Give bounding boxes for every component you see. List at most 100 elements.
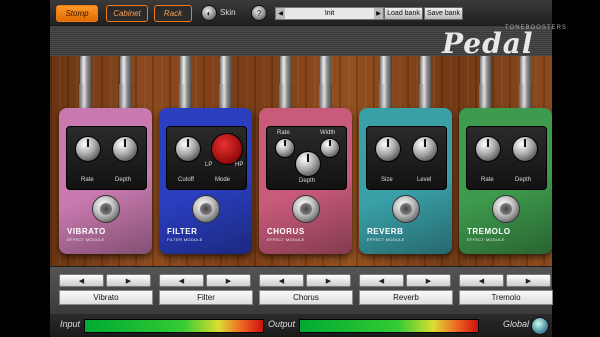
pedal-chorus: Rate Width Depth CHORUS EFFECT MODULE: [259, 108, 352, 254]
rate-label: Rate: [81, 177, 94, 183]
slot-selector-5: ◀ ▶ Tremolo: [459, 274, 553, 305]
preset-selector[interactable]: ◀ Init ▶: [275, 7, 384, 20]
global-knob[interactable]: [531, 317, 549, 335]
pedal-name: REVERB: [367, 227, 404, 236]
pedal-reverb: Size Level REVERB EFFECT MODULE: [359, 108, 452, 254]
mode-label: Mode: [215, 177, 231, 183]
pedal-name: TREMOLO: [467, 227, 511, 236]
preset-prev-button[interactable]: ◀: [276, 8, 285, 19]
slot-selector-3: ◀ ▶ Chorus: [259, 274, 353, 305]
width-knob[interactable]: [320, 138, 340, 158]
skin-button[interactable]: ◐: [201, 5, 217, 21]
depth-label: Depth: [299, 178, 316, 184]
help-icon: ?: [256, 8, 262, 18]
next-effect-button[interactable]: ▶: [306, 274, 351, 287]
size-knob[interactable]: [375, 136, 401, 162]
control-panel: Size Level: [366, 126, 447, 190]
skin-label: Skin: [220, 8, 236, 17]
cable-plug: [319, 56, 332, 110]
footswitch[interactable]: [292, 195, 320, 223]
help-button[interactable]: ?: [251, 5, 267, 21]
next-effect-button[interactable]: ▶: [406, 274, 451, 287]
slot-effect-name: Reverb: [359, 290, 453, 305]
next-effect-button[interactable]: ▶: [206, 274, 251, 287]
depth-knob[interactable]: [295, 151, 321, 177]
rate-knob[interactable]: [475, 136, 501, 162]
cable-plug: [379, 56, 392, 110]
lp-label: LP: [205, 162, 213, 168]
level-knob[interactable]: [412, 136, 438, 162]
pedal-subtitle: EFFECT MODULE: [367, 237, 405, 242]
mode-switch[interactable]: [211, 133, 243, 165]
cutoff-label: Cutoff: [178, 177, 194, 183]
slot-effect-name: Filter: [159, 290, 253, 305]
prev-effect-button[interactable]: ◀: [359, 274, 404, 287]
output-label: Output: [268, 319, 296, 329]
input-label: Input: [60, 319, 81, 329]
preset-next-button[interactable]: ▶: [374, 8, 383, 19]
left-border: [0, 0, 50, 337]
input-meter: [84, 319, 264, 333]
slot-selector-4: ◀ ▶ Reverb: [359, 274, 453, 305]
cable-plug: [219, 56, 232, 110]
next-effect-button[interactable]: ▶: [506, 274, 551, 287]
cutoff-knob[interactable]: [175, 136, 201, 162]
control-panel: Rate Depth: [66, 126, 147, 190]
prev-effect-button[interactable]: ◀: [59, 274, 104, 287]
mode-stomp-button[interactable]: Stomp: [56, 5, 98, 22]
control-panel: Rate Width Depth: [266, 126, 347, 190]
pedal-subtitle: EFFECT MODULE: [467, 237, 505, 242]
pedal-name: CHORUS: [267, 227, 305, 236]
control-panel: Rate Depth: [466, 126, 547, 190]
depth-label: Depth: [515, 177, 532, 183]
right-border: [552, 0, 600, 337]
footswitch[interactable]: [392, 195, 420, 223]
depth-label: Depth: [115, 177, 132, 183]
mode-cabinet-button[interactable]: Cabinet: [106, 5, 148, 22]
footswitch[interactable]: [92, 195, 120, 223]
rate-knob[interactable]: [275, 138, 295, 158]
rate-knob[interactable]: [75, 136, 101, 162]
cable-plug: [279, 56, 292, 110]
cable-plug: [419, 56, 432, 110]
pedal-subtitle: FILTER MODULE: [167, 237, 203, 242]
prev-effect-button[interactable]: ◀: [159, 274, 204, 287]
depth-knob[interactable]: [112, 136, 138, 162]
size-label: Size: [381, 177, 393, 183]
pedal-tremolo: Rate Depth TREMOLO EFFECT MODULE: [459, 108, 552, 254]
prev-effect-button[interactable]: ◀: [459, 274, 504, 287]
level-label: Level: [417, 177, 432, 183]
slot-selector-1: ◀ ▶ Vibrato: [59, 274, 153, 305]
cable-plug: [179, 56, 192, 110]
mode-rack-button[interactable]: Rack: [154, 5, 192, 22]
load-bank-button[interactable]: Load bank: [384, 7, 423, 20]
slot-effect-name: Vibrato: [59, 290, 153, 305]
output-meter: [299, 319, 479, 333]
pedal-name: FILTER: [167, 227, 198, 236]
footswitch[interactable]: [192, 195, 220, 223]
skin-icon: ◐: [206, 8, 212, 18]
cable-plug: [119, 56, 132, 110]
cable-plug: [479, 56, 492, 110]
slot-effect-name: Chorus: [259, 290, 353, 305]
cable-plug: [79, 56, 92, 110]
control-panel: LP HP Cutoff Mode: [166, 126, 247, 190]
pedal-plugin-window: Stomp Cabinet Rack ◐ Skin ? ◀ Init ▶ Loa…: [0, 0, 600, 337]
pedal-vibrato: Rate Depth VIBRATO EFFECT MODULE: [59, 108, 152, 254]
rate-label: Rate: [481, 177, 494, 183]
depth-knob[interactable]: [512, 136, 538, 162]
width-label: Width: [320, 130, 336, 136]
footswitch[interactable]: [492, 195, 520, 223]
pedal-subtitle: EFFECT MODULE: [67, 237, 105, 242]
preset-name: Init: [324, 10, 335, 17]
pedal-subtitle: EFFECT MODULE: [267, 237, 305, 242]
prev-effect-button[interactable]: ◀: [259, 274, 304, 287]
save-bank-button[interactable]: Save bank: [424, 7, 463, 20]
pedal-name: VIBRATO: [67, 227, 106, 236]
pedal-filter: LP HP Cutoff Mode FILTER FILTER MODULE: [159, 108, 252, 254]
rate-label: Rate: [277, 130, 290, 136]
global-label: Global: [503, 319, 530, 329]
brand-header: TONEBOOSTERS Pedal: [50, 25, 566, 60]
cable-plug: [519, 56, 532, 110]
next-effect-button[interactable]: ▶: [106, 274, 151, 287]
